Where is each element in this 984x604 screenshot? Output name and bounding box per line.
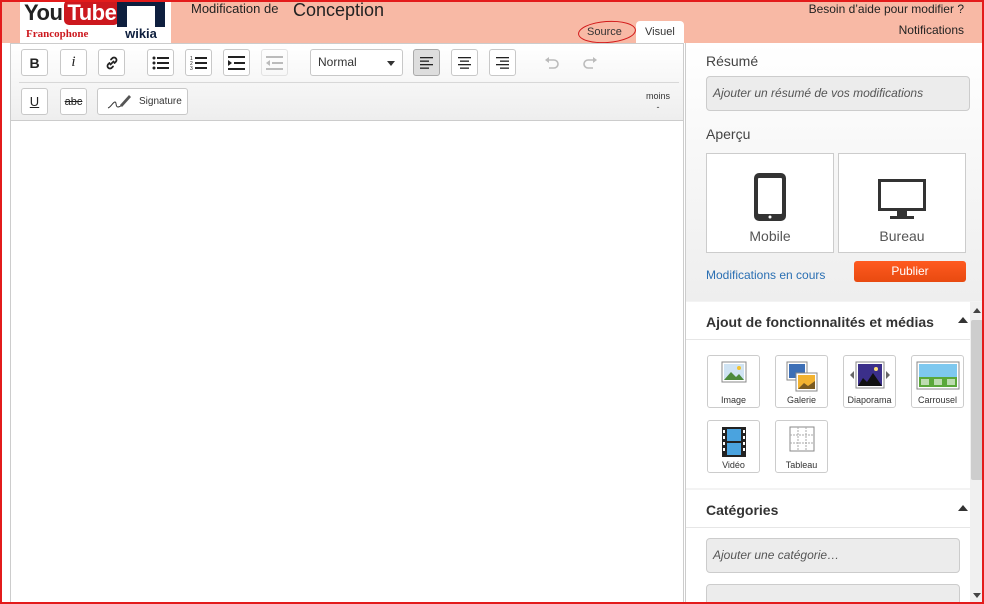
sidebar-top: Résumé Ajouter un résumé de vos modifica… — [686, 43, 984, 301]
summary-heading: Résumé — [706, 53, 759, 69]
media-item-label: Tableau — [785, 460, 818, 470]
toolbar-divider — [19, 82, 679, 83]
align-center-button[interactable] — [451, 49, 478, 76]
indent-button[interactable] — [223, 49, 250, 76]
sidebar-scrollbar[interactable] — [970, 302, 984, 604]
signature-button[interactable]: Signature — [97, 88, 188, 115]
scroll-down-icon[interactable] — [973, 593, 981, 598]
bullet-list-button[interactable] — [147, 49, 174, 76]
paragraph-format-select[interactable]: Normal — [310, 49, 403, 76]
help-link[interactable]: Besoin d’aide pour modifier ? — [809, 2, 964, 16]
media-item-slideshow[interactable]: Diaporama — [843, 355, 896, 408]
underline-button[interactable]: U — [21, 88, 48, 115]
media-item-label: Image — [720, 395, 746, 405]
page-header: You Tube Francophone wikia Modification d… — [0, 0, 984, 43]
mobile-phone-icon — [754, 173, 786, 221]
outdent-button[interactable] — [261, 49, 288, 76]
undo-button[interactable] — [538, 49, 565, 76]
signature-pen-icon — [107, 95, 131, 109]
media-item-image[interactable]: Image — [707, 355, 760, 408]
categories-section-title: Catégories — [706, 502, 779, 518]
edit-prefix: Modification de — [191, 1, 279, 16]
align-right-icon — [495, 56, 509, 69]
gallery-icon — [786, 361, 817, 392]
signature-label: Signature — [139, 96, 182, 107]
youtube-logo: You Tube — [24, 0, 120, 26]
slideshow-icon — [849, 361, 890, 389]
media-item-label: Galerie — [786, 395, 816, 405]
format-select-value: Normal — [318, 55, 357, 69]
media-item-label: Carrousel — [917, 395, 957, 405]
align-right-button[interactable] — [489, 49, 516, 76]
media-item-table[interactable]: Tableau — [775, 420, 828, 473]
image-icon — [721, 361, 746, 383]
page-title: Conception — [293, 0, 385, 20]
media-section-header[interactable]: Ajout de fonctionnalités et médias — [686, 302, 970, 340]
align-center-icon — [457, 56, 471, 69]
carousel-icon — [916, 361, 959, 390]
summary-input[interactable]: Ajouter un résumé de vos modifications — [706, 76, 970, 111]
logo-francophone: Francophone — [26, 28, 89, 40]
preview-desktop-label: Bureau — [879, 228, 925, 244]
redo-icon — [582, 56, 597, 69]
logo-wikia: wikia — [125, 26, 157, 41]
media-item-label: Vidéo — [722, 460, 745, 470]
categories-section-header[interactable]: Catégories — [686, 490, 970, 528]
preview-mobile-label: Mobile — [749, 228, 791, 244]
desktop-monitor-icon — [878, 179, 926, 219]
moins-label: moins — [645, 91, 670, 101]
publish-button[interactable]: Publier — [854, 261, 966, 282]
site-logo[interactable]: You Tube Francophone wikia — [20, 0, 171, 43]
media-item-gallery[interactable]: Galerie — [775, 355, 828, 408]
wikia-logo-icon — [117, 0, 165, 27]
moins-control[interactable]: moins - — [646, 91, 670, 113]
bullet-list-icon — [152, 56, 169, 69]
editor-toolbar: B i 123 Normal U abc Signature moins - — [11, 44, 683, 121]
link-button[interactable] — [98, 49, 125, 76]
tab-visuel[interactable]: Visuel — [636, 21, 684, 43]
preview-heading: Aperçu — [706, 126, 751, 142]
link-icon — [106, 56, 117, 69]
indent-icon — [227, 55, 245, 70]
svg-text:3: 3 — [190, 66, 193, 71]
align-left-button[interactable] — [413, 49, 440, 76]
video-icon — [721, 427, 746, 457]
italic-button[interactable]: i — [60, 49, 87, 76]
bold-button[interactable]: B — [21, 49, 48, 76]
collapse-arrow-icon — [958, 317, 968, 323]
notifications-link[interactable]: Notifications — [899, 23, 964, 37]
table-icon — [789, 426, 814, 452]
preview-desktop-button[interactable]: Bureau — [838, 153, 966, 253]
edit-sidebar: Résumé Ajouter un résumé de vos modifica… — [685, 43, 984, 604]
category-list — [706, 584, 960, 604]
strikethrough-button[interactable]: abc — [60, 88, 87, 115]
outdent-icon — [265, 55, 283, 70]
media-item-label: Diaporama — [847, 395, 892, 405]
media-grid: Image Galerie Diaporama Carrousel Vidéo … — [686, 340, 970, 488]
editor-content-area[interactable] — [11, 122, 683, 603]
media-item-carousel[interactable]: Carrousel — [911, 355, 964, 408]
media-item-video[interactable]: Vidéo — [707, 420, 760, 473]
redo-button[interactable] — [576, 49, 603, 76]
category-input[interactable]: Ajouter une catégorie… — [706, 538, 960, 573]
tab-source[interactable]: Source — [578, 21, 631, 43]
numbered-list-button[interactable]: 123 — [185, 49, 212, 76]
collapse-arrow-icon — [958, 505, 968, 511]
current-changes-link[interactable]: Modifications en cours — [706, 268, 825, 282]
scroll-up-icon[interactable] — [973, 308, 981, 313]
media-section-title: Ajout de fonctionnalités et médias — [706, 314, 934, 330]
categories-area: Ajouter une catégorie… — [686, 528, 970, 604]
align-left-icon — [419, 56, 433, 69]
scrollbar-thumb[interactable] — [971, 320, 983, 480]
chevron-down-icon — [387, 61, 395, 66]
undo-icon — [544, 56, 559, 69]
preview-mobile-button[interactable]: Mobile — [706, 153, 834, 253]
moins-value: - — [656, 102, 660, 112]
numbered-list-icon: 123 — [190, 56, 207, 71]
editor-panel: B i 123 Normal U abc Signature moins - — [10, 43, 684, 604]
